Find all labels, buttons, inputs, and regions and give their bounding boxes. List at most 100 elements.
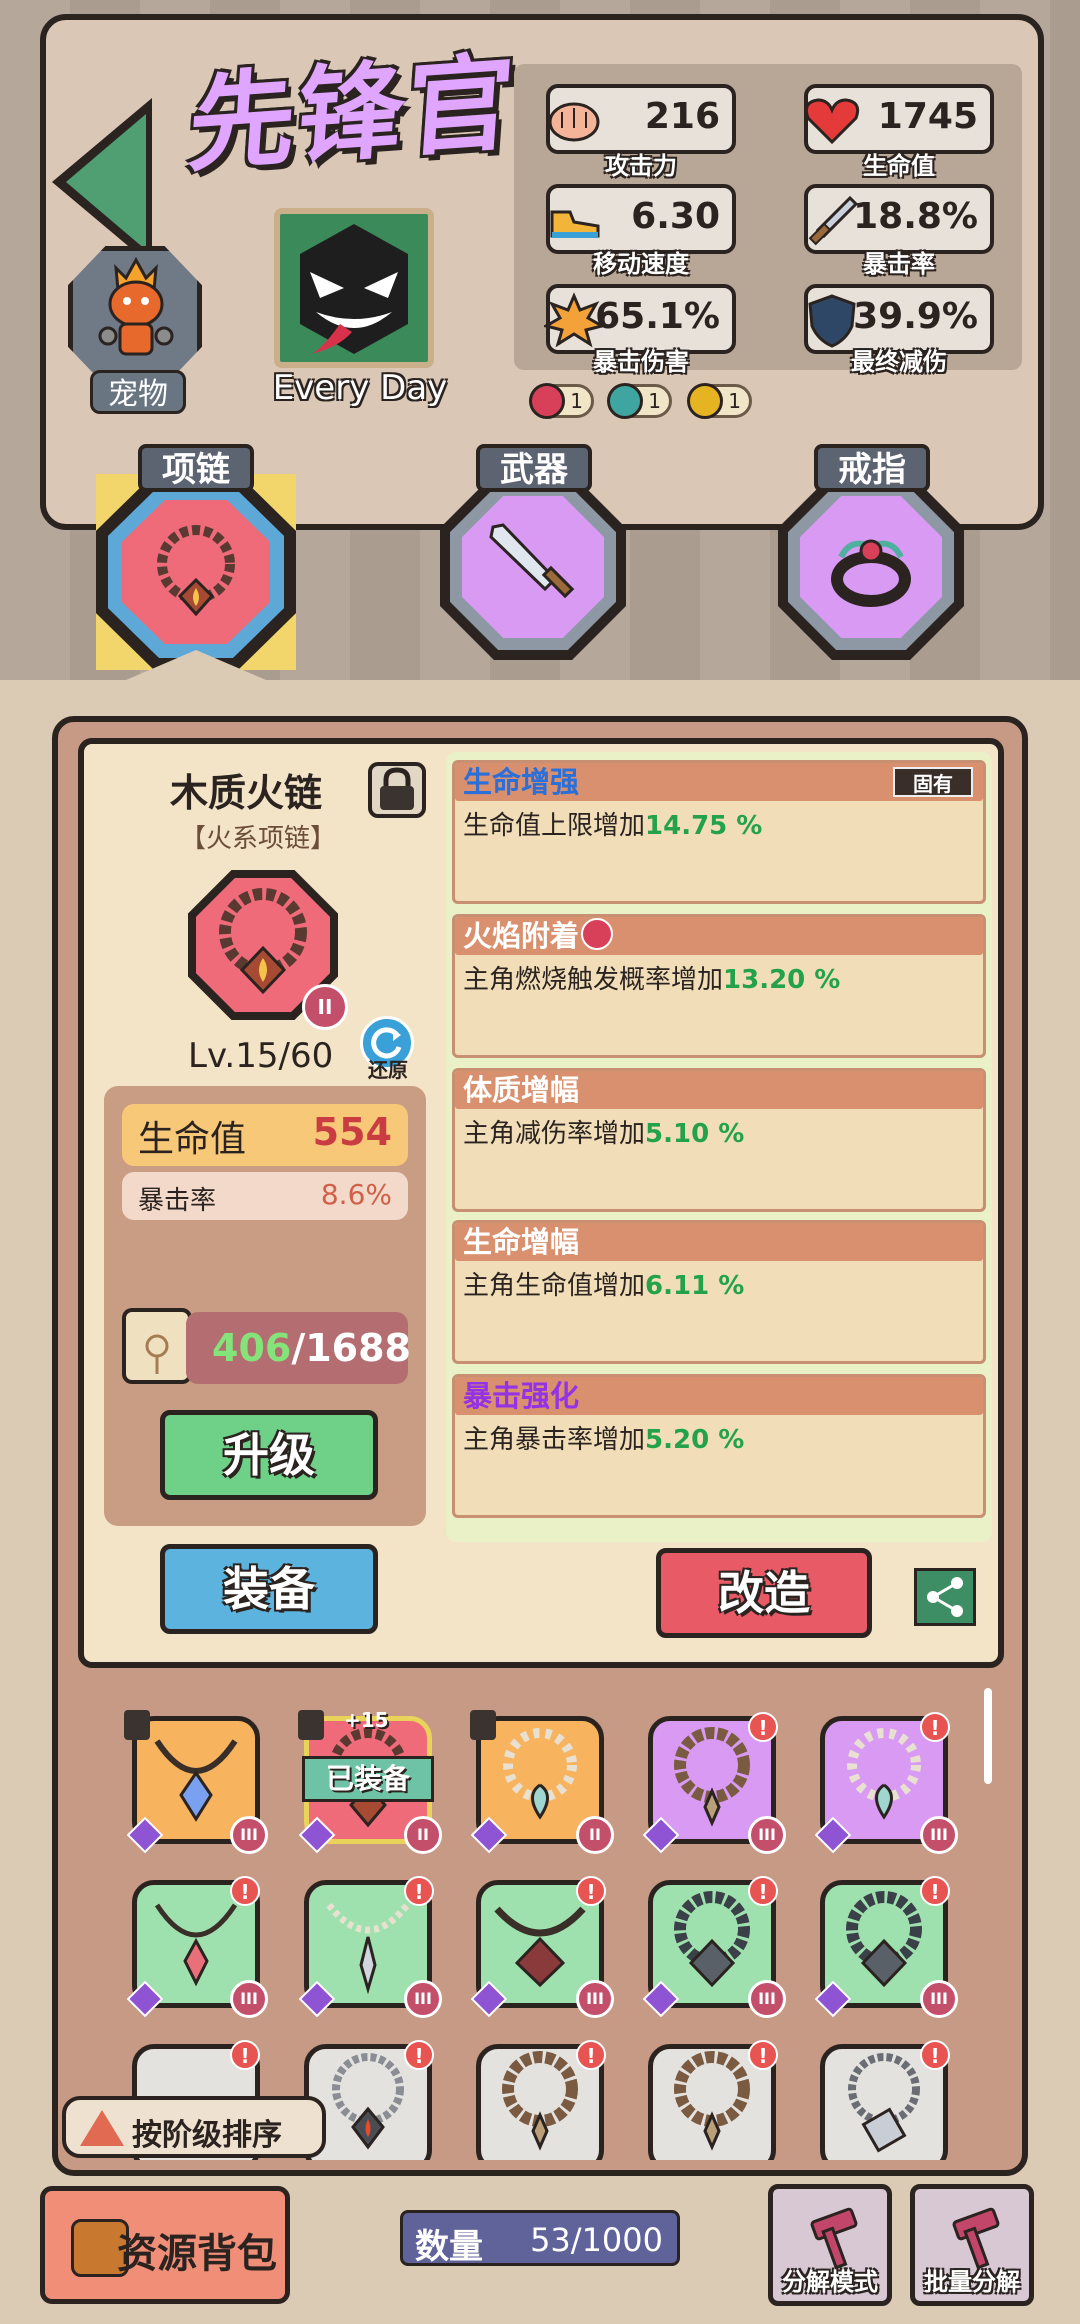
affix-value: 6.11 % bbox=[645, 1271, 745, 1301]
affix-inherent-tag: 固有 bbox=[893, 767, 973, 797]
wind-element-icon bbox=[607, 383, 643, 419]
exp-total: /1688 bbox=[291, 1326, 411, 1370]
tier-badge: III bbox=[230, 1980, 268, 2018]
resource-bag-button[interactable]: 资源背包 bbox=[40, 2186, 290, 2304]
affix-item: 生命增幅 主角生命值增加6.11 % bbox=[452, 1220, 986, 1364]
affix-value: 14.75 % bbox=[645, 811, 763, 841]
new-alert-badge: ! bbox=[920, 1712, 950, 1742]
new-alert-badge: ! bbox=[920, 2040, 950, 2070]
affix-item: 体质增幅 主角减伤率增加5.10 % bbox=[452, 1068, 986, 1212]
lock-icon bbox=[124, 1710, 150, 1740]
sub-stat-value: 8.6% bbox=[320, 1178, 392, 1211]
affix-title: 生命增强 bbox=[463, 765, 580, 799]
element-wind: 1 bbox=[607, 383, 672, 419]
fist-icon bbox=[548, 102, 600, 142]
main-stat-label: 生命值 bbox=[138, 1119, 247, 1160]
new-alert-badge: ! bbox=[576, 1876, 606, 1906]
new-alert-badge: ! bbox=[230, 2040, 260, 2070]
stat-attack-label: 攻击力 bbox=[605, 152, 677, 180]
inventory-scrollbar[interactable] bbox=[984, 1688, 992, 1784]
fire-pet-icon bbox=[98, 256, 174, 356]
batch-disassemble-button[interactable]: 批量分解 bbox=[910, 2184, 1034, 2306]
new-alert-badge: ! bbox=[404, 2040, 434, 2070]
heart-icon bbox=[804, 98, 860, 145]
element-fire-count: 1 bbox=[570, 389, 583, 413]
affix-title: 暴击强化 bbox=[463, 1379, 580, 1413]
share-button[interactable] bbox=[914, 1568, 976, 1626]
equipped-tag: 已装备 bbox=[302, 1756, 434, 1802]
new-alert-badge: ! bbox=[576, 2040, 606, 2070]
upgrade-button[interactable]: 升级 bbox=[160, 1410, 378, 1500]
warning-triangle-icon bbox=[80, 2110, 124, 2146]
tier-badge: III bbox=[920, 1980, 958, 2018]
necklace-icon bbox=[157, 525, 235, 617]
stat-crit-rate-value: 18.8% bbox=[853, 196, 978, 237]
stat-hp-value: 1745 bbox=[877, 96, 978, 137]
skin-name: Every Day bbox=[272, 368, 448, 408]
main-stat: 生命值 554 bbox=[122, 1104, 408, 1166]
exp-current: 406 bbox=[212, 1326, 292, 1370]
skin-slot[interactable] bbox=[274, 208, 434, 368]
reform-button[interactable]: 改造 bbox=[656, 1548, 872, 1638]
inventory-count: 数量 53/1000 bbox=[400, 2210, 680, 2267]
tab-weapon-label[interactable]: 武器 bbox=[476, 444, 592, 492]
tab-selected-pointer bbox=[126, 650, 266, 680]
affix-value: 5.10 % bbox=[645, 1119, 745, 1149]
disassemble-mode-button[interactable]: 分解模式 bbox=[768, 2184, 892, 2306]
affix-value: 5.20 % bbox=[645, 1425, 745, 1455]
sub-stat: 暴击率 8.6% bbox=[122, 1172, 408, 1220]
back-arrow-icon[interactable] bbox=[66, 114, 146, 250]
stat-speed-label: 移动速度 bbox=[593, 250, 689, 278]
stat-hp-label: 生命值 bbox=[863, 152, 935, 180]
tier-badge: II bbox=[404, 1816, 442, 1854]
count-label: 数量 bbox=[415, 2227, 483, 2267]
stat-damage-reduction-value: 39.9% bbox=[853, 296, 978, 337]
fire-element-icon bbox=[581, 918, 614, 950]
affix-title: 生命增幅 bbox=[463, 1225, 580, 1259]
tab-necklace-label[interactable]: 项链 bbox=[138, 444, 254, 492]
thunder-element-icon bbox=[687, 383, 723, 419]
sort-by-tier-button[interactable]: 按阶级排序 bbox=[62, 2096, 326, 2158]
restore-label: 还原 bbox=[368, 1058, 408, 1082]
stat-speed-value: 6.30 bbox=[631, 196, 720, 237]
stat-attack-value: 216 bbox=[644, 96, 720, 137]
ring-icon bbox=[831, 539, 911, 607]
new-alert-badge: ! bbox=[920, 1876, 950, 1906]
batch-disassemble-label: 批量分解 bbox=[924, 2268, 1020, 2296]
element-thunder: 1 bbox=[687, 383, 752, 419]
new-alert-badge: ! bbox=[404, 1876, 434, 1906]
tier-badge: II bbox=[576, 1816, 614, 1854]
equip-button[interactable]: 装备 bbox=[160, 1544, 378, 1634]
item-name: 木质火链 bbox=[170, 771, 323, 815]
hammer-icon bbox=[810, 2207, 858, 2269]
count-value: 53/1000 bbox=[530, 2221, 663, 2259]
tab-necklace[interactable] bbox=[96, 474, 296, 670]
tab-ring-label[interactable]: 戒指 bbox=[814, 444, 930, 492]
tab-ring[interactable] bbox=[778, 474, 964, 660]
tier-badge: III bbox=[920, 1816, 958, 1854]
sub-stat-label: 暴击率 bbox=[138, 1186, 217, 1216]
affix-item: 暴击强化 主角暴击率增加5.20 % bbox=[452, 1374, 986, 1518]
lock-button[interactable] bbox=[368, 762, 426, 818]
new-alert-badge: ! bbox=[748, 1712, 778, 1742]
lock-icon bbox=[470, 1710, 496, 1740]
tier-badge: III bbox=[576, 1980, 614, 2018]
fire-element-icon bbox=[529, 383, 565, 419]
affix-value: 13.20 % bbox=[723, 965, 841, 995]
lock-icon bbox=[380, 767, 414, 810]
affix-title: 体质增幅 bbox=[463, 1073, 580, 1107]
lock-icon bbox=[298, 1710, 324, 1740]
disassemble-mode-label: 分解模式 bbox=[782, 2268, 878, 2296]
share-icon bbox=[927, 1577, 963, 1617]
tab-weapon[interactable] bbox=[440, 474, 626, 660]
affix-item: 火焰附着 主角燃烧触发概率增加13.20 % bbox=[452, 914, 986, 1058]
tier-badge: III bbox=[748, 1980, 786, 2018]
affix-title: 火焰附着 bbox=[463, 919, 580, 953]
item-level: Lv.15/60 bbox=[188, 1036, 334, 1076]
tier-badge: III bbox=[748, 1816, 786, 1854]
tier-badge: III bbox=[404, 1980, 442, 2018]
hammer-icon bbox=[952, 2207, 1000, 2269]
shoe-icon bbox=[550, 210, 600, 238]
tier-badge: III bbox=[230, 1816, 268, 1854]
stat-hp: 1745 bbox=[804, 84, 994, 154]
